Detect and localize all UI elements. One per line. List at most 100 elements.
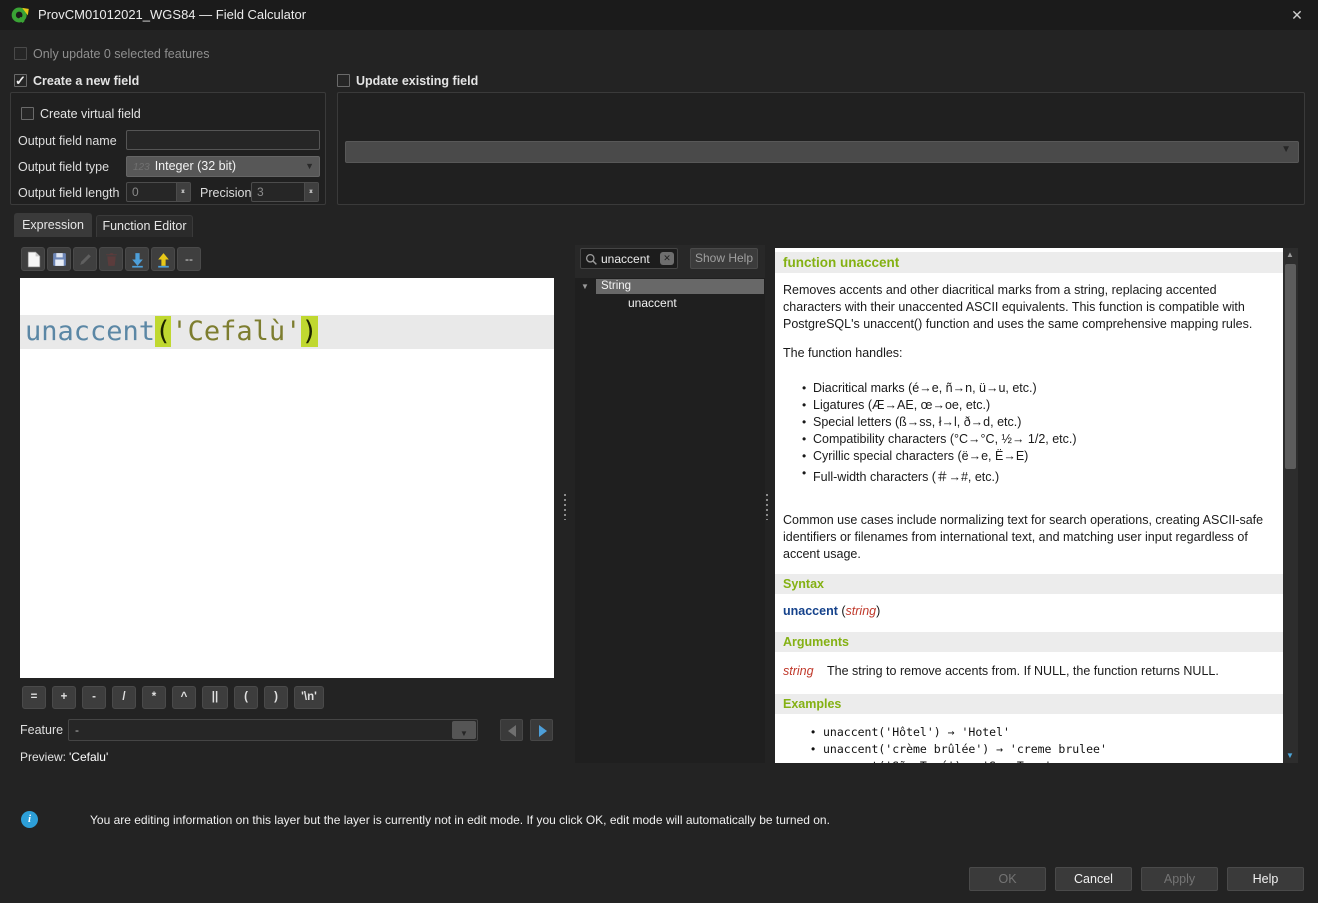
clear-search-icon[interactable]: ✕ bbox=[660, 252, 674, 265]
help-scrollbar[interactable] bbox=[1283, 248, 1298, 763]
chevron-down-icon[interactable] bbox=[452, 721, 476, 739]
pencil-icon bbox=[77, 251, 94, 268]
operator-newline-button[interactable]: '\n' bbox=[294, 686, 324, 709]
update-existing-field-label: Update existing field bbox=[356, 74, 478, 88]
operator-minus-button[interactable]: - bbox=[82, 686, 106, 709]
scrollbar-thumb[interactable] bbox=[1285, 264, 1296, 469]
operator-divide-button[interactable]: / bbox=[112, 686, 136, 709]
scroll-down-icon[interactable] bbox=[1283, 749, 1298, 763]
chevron-down-icon: ▼ bbox=[1281, 144, 1291, 155]
import-expression-button[interactable] bbox=[125, 247, 149, 271]
operator-concat-button[interactable]: || bbox=[202, 686, 228, 709]
help-syntax-line: unaccent (string) bbox=[783, 604, 880, 618]
upload-arrow-icon bbox=[155, 251, 172, 268]
create-new-field-checkbox[interactable] bbox=[14, 74, 27, 87]
operator-equals-button[interactable]: = bbox=[22, 686, 46, 709]
expression-open-paren: ( bbox=[155, 316, 171, 347]
output-field-name-label: Output field name bbox=[18, 134, 117, 148]
operator-power-button[interactable]: ^ bbox=[172, 686, 196, 709]
operator-close-paren-button[interactable]: ) bbox=[264, 686, 288, 709]
tab-expression[interactable]: Expression bbox=[14, 213, 92, 237]
help-bullet: Compatibility characters (°C→°C, ½→ 1/2,… bbox=[813, 432, 1273, 446]
function-list-panel: ✕ Show Help String unaccent bbox=[575, 245, 765, 763]
new-field-group: Create virtual field Output field name O… bbox=[10, 92, 326, 205]
dash-button[interactable]: -- bbox=[177, 247, 201, 271]
precision-value: 3 bbox=[257, 185, 264, 199]
tree-expander-icon[interactable] bbox=[581, 279, 593, 294]
help-bullet: Diacritical marks (é→e, ñ→n, ü→u, etc.) bbox=[813, 381, 1273, 395]
syntax-function: unaccent bbox=[783, 604, 838, 618]
output-field-length-label: Output field length bbox=[18, 186, 119, 200]
search-icon bbox=[585, 253, 598, 266]
help-button[interactable]: Help bbox=[1227, 867, 1304, 891]
trash-icon bbox=[103, 251, 120, 268]
spinner-arrows-icon[interactable] bbox=[176, 183, 190, 201]
help-description: Removes accents and other diacritical ma… bbox=[783, 282, 1271, 333]
only-update-label: Only update 0 selected features bbox=[33, 47, 210, 61]
scroll-up-icon[interactable] bbox=[1283, 248, 1298, 262]
output-field-name-input[interactable] bbox=[126, 130, 320, 150]
apply-button[interactable]: Apply bbox=[1141, 867, 1218, 891]
splitter-left[interactable] bbox=[562, 494, 567, 520]
feature-label: Feature bbox=[20, 723, 63, 737]
output-field-type-label: Output field type bbox=[18, 160, 109, 174]
help-handles-intro: The function handles: bbox=[783, 345, 1271, 362]
left-arrow-icon bbox=[508, 725, 516, 737]
tree-item-unaccent[interactable]: unaccent bbox=[575, 295, 765, 311]
output-field-length-spinner[interactable]: 0 bbox=[126, 182, 191, 202]
help-syntax-header: Syntax bbox=[775, 574, 1283, 594]
window-title: ProvCM01012021_WGS84 — Field Calculator bbox=[38, 7, 306, 22]
tree-group-string[interactable]: String bbox=[596, 279, 764, 294]
edit-mode-notice: You are editing information on this laye… bbox=[90, 813, 830, 827]
help-bullet: Full-width characters (＃→#, etc.) bbox=[813, 466, 1273, 485]
export-expression-button[interactable] bbox=[151, 247, 175, 271]
next-feature-button[interactable] bbox=[530, 719, 553, 741]
chevron-down-icon: ▼ bbox=[305, 157, 314, 176]
tab-function-editor[interactable]: Function Editor bbox=[96, 215, 193, 237]
function-help-panel: function unaccent Removes accents and ot… bbox=[775, 248, 1283, 763]
help-arguments-header: Arguments bbox=[775, 632, 1283, 652]
help-arg-name: string bbox=[783, 664, 814, 678]
show-help-button[interactable]: Show Help bbox=[690, 248, 758, 269]
ok-button[interactable]: OK bbox=[969, 867, 1046, 891]
operator-plus-button[interactable]: + bbox=[52, 686, 76, 709]
expression-string: 'Cefalù' bbox=[171, 316, 301, 347]
output-field-type-select[interactable]: 123Integer (32 bit) ▼ bbox=[126, 156, 320, 177]
existing-field-select[interactable]: ▼ bbox=[345, 141, 1299, 163]
create-virtual-field-label: Create virtual field bbox=[40, 107, 141, 121]
expression-editor[interactable]: unaccent('Cefalù') bbox=[20, 278, 554, 678]
help-title: function unaccent bbox=[775, 252, 1283, 273]
operator-multiply-button[interactable]: * bbox=[142, 686, 166, 709]
create-virtual-field-checkbox[interactable] bbox=[21, 107, 34, 120]
right-arrow-icon bbox=[539, 725, 547, 737]
expression-function: unaccent bbox=[25, 316, 155, 347]
preview-value: 'Cefalu' bbox=[69, 750, 108, 764]
precision-spinner[interactable]: 3 bbox=[251, 182, 319, 202]
info-icon: i bbox=[21, 811, 38, 828]
close-icon[interactable]: ✕ bbox=[1282, 3, 1312, 27]
search-input[interactable] bbox=[601, 250, 659, 267]
qgis-logo-icon bbox=[10, 5, 30, 25]
field-calculator-dialog: ProvCM01012021_WGS84 — Field Calculator … bbox=[0, 0, 1318, 903]
feature-select[interactable]: - bbox=[68, 719, 478, 741]
spinner-arrows-icon[interactable] bbox=[304, 183, 318, 201]
search-box[interactable]: ✕ bbox=[580, 248, 678, 269]
output-field-length-value: 0 bbox=[132, 185, 139, 199]
create-new-field-label: Create a new field bbox=[33, 74, 139, 88]
window-titlebar: ProvCM01012021_WGS84 — Field Calculator … bbox=[0, 0, 1318, 30]
help-use-cases: Common use cases include normalizing tex… bbox=[783, 512, 1271, 563]
new-expression-button[interactable] bbox=[21, 247, 45, 271]
delete-expression-button[interactable] bbox=[99, 247, 123, 271]
only-update-checkbox[interactable] bbox=[14, 47, 27, 60]
help-examples-header: Examples bbox=[775, 694, 1283, 714]
integer-type-icon: 123 bbox=[133, 162, 150, 173]
function-tree: String unaccent bbox=[575, 278, 765, 763]
cancel-button[interactable]: Cancel bbox=[1055, 867, 1132, 891]
update-existing-field-checkbox[interactable] bbox=[337, 74, 350, 87]
operator-open-paren-button[interactable]: ( bbox=[234, 686, 258, 709]
help-bullet: Special letters (ß→ss, ł→l, ð→d, etc.) bbox=[813, 415, 1273, 429]
previous-feature-button[interactable] bbox=[500, 719, 523, 741]
preview-label: Preview: bbox=[20, 750, 66, 764]
save-expression-button[interactable] bbox=[47, 247, 71, 271]
edit-expression-button[interactable] bbox=[73, 247, 97, 271]
